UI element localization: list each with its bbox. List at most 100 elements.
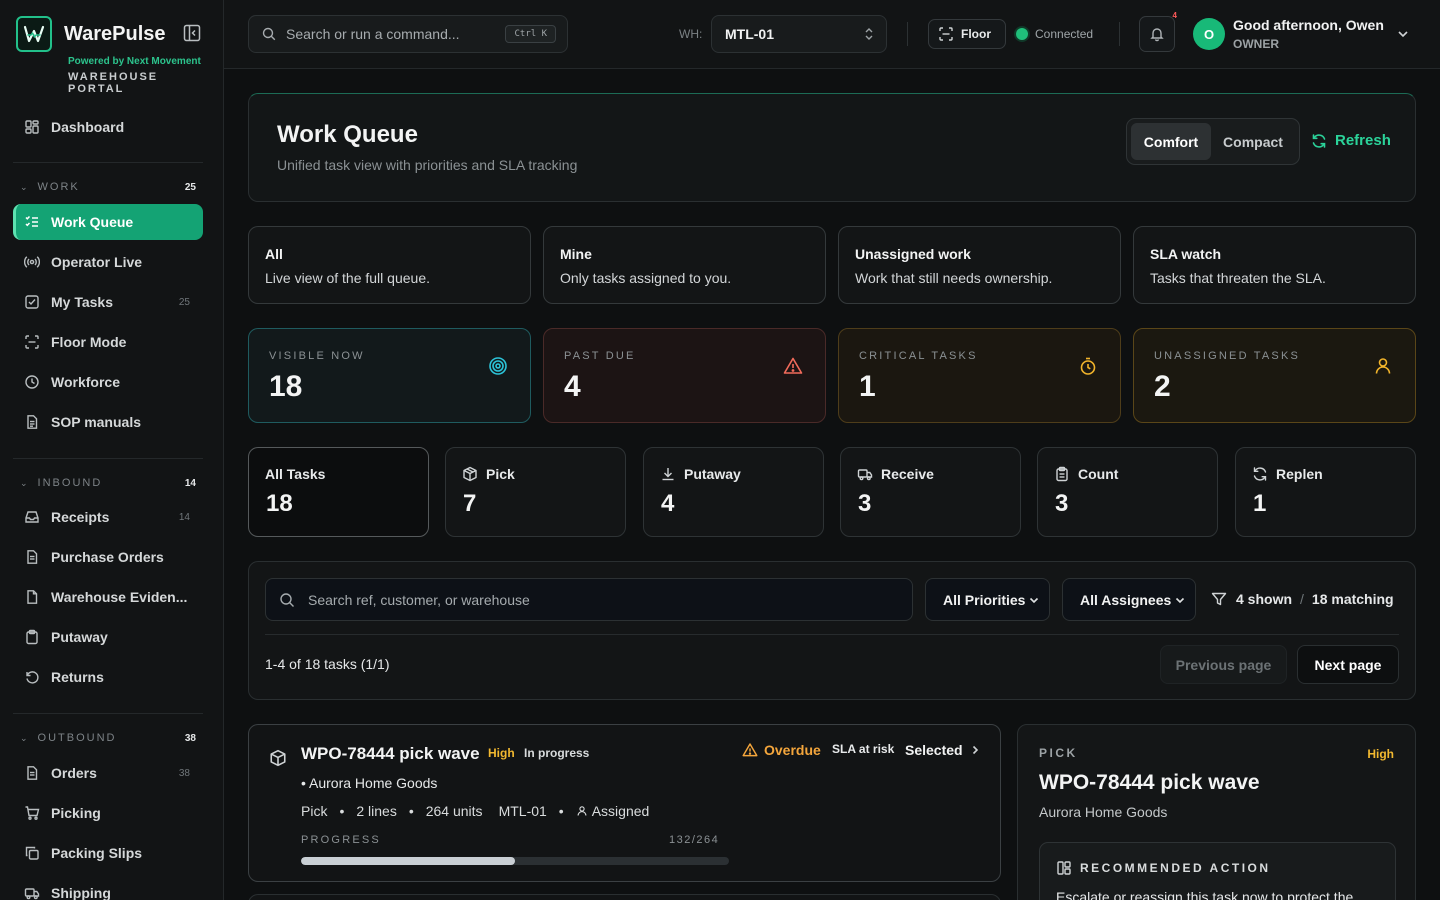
avatar[interactable]: O [1193, 18, 1225, 50]
chevron-down-icon: ⌄ [20, 181, 30, 192]
progress-label: PROGRESS [301, 834, 381, 846]
sidebar-item-picking[interactable]: Picking [13, 795, 203, 831]
alert-triangle-icon [783, 356, 803, 376]
task-card[interactable] [248, 894, 1001, 900]
sidebar-item-warehouse-evidence[interactable]: Warehouse Eviden... [13, 579, 203, 615]
refresh-icon [1252, 466, 1268, 482]
type-label: Receive [881, 466, 934, 482]
search-icon [279, 592, 295, 608]
package-icon [269, 749, 287, 767]
type-putaway[interactable]: Putaway 4 [643, 447, 824, 537]
chevron-right-icon [969, 744, 981, 756]
broadcast-icon [24, 254, 40, 270]
type-replen[interactable]: Replen 1 [1235, 447, 1416, 537]
density-toggle: Comfort Compact [1126, 118, 1300, 165]
density-compact[interactable]: Compact [1211, 123, 1295, 160]
refresh-button[interactable]: Refresh [1311, 132, 1391, 149]
type-count: 1 [1253, 490, 1267, 517]
sidebar-item-workforce[interactable]: Workforce [13, 364, 203, 400]
sidebar-item-label: Picking [51, 805, 101, 821]
view-sla-watch[interactable]: SLA watch Tasks that threaten the SLA. [1133, 226, 1416, 304]
stat-unassigned-tasks[interactable]: UNASSIGNED TASKS 2 [1133, 328, 1416, 423]
sidebar-item-orders[interactable]: Orders 38 [13, 755, 203, 791]
task-meta: Pick • 2 lines • 264 units MTL-01 • Assi… [301, 803, 649, 819]
separator: • [339, 803, 345, 819]
selected-indicator[interactable]: Selected [905, 742, 981, 758]
type-count: 3 [858, 490, 872, 517]
stat-value: 4 [564, 370, 581, 403]
notifications-button[interactable]: 4 [1139, 11, 1177, 52]
page-title: Work Queue [277, 121, 418, 148]
sidebar-item-sop-manuals[interactable]: SOP manuals [13, 404, 203, 440]
stat-visible-now[interactable]: VISIBLE NOW 18 [248, 328, 531, 423]
floor-mode-button[interactable]: Floor [928, 19, 1006, 49]
stat-critical-tasks[interactable]: CRITICAL TASKS 1 [838, 328, 1121, 423]
sidebar-item-count: 38 [178, 767, 190, 779]
sidebar-item-my-tasks[interactable]: My Tasks 25 [13, 284, 203, 320]
type-receive[interactable]: Receive 3 [840, 447, 1021, 537]
view-unassigned[interactable]: Unassigned work Work that still needs ow… [838, 226, 1121, 304]
sidebar-item-label: Work Queue [51, 214, 134, 230]
section-inbound-header[interactable]: ⌄ INBOUND 14 [20, 476, 196, 490]
task-customer: • Aurora Home Goods [301, 775, 438, 791]
result-summary: 4 shown / 18 matching [1211, 591, 1394, 607]
sidebar-item-shipping[interactable]: Shipping [13, 875, 203, 900]
warehouse-select[interactable]: MTL-01 [711, 15, 887, 53]
sidebar-item-receipts[interactable]: Receipts 14 [13, 499, 203, 535]
sidebar-item-dashboard[interactable]: Dashboard [13, 109, 203, 145]
user-greeting[interactable]: Good afternoon, Owen [1233, 17, 1384, 33]
assignee-select[interactable]: All Assignees [1062, 578, 1196, 621]
progress-bar [301, 857, 729, 865]
clock-icon [24, 374, 40, 390]
warepulse-logo[interactable] [16, 16, 52, 52]
sidebar-item-label: Receipts [51, 509, 110, 525]
sidebar-divider [13, 713, 203, 714]
sidebar-item-label: Orders [51, 765, 97, 781]
type-count[interactable]: Count 3 [1037, 447, 1218, 537]
sidebar-item-putaway[interactable]: Putaway [13, 619, 203, 655]
type-all-tasks[interactable]: All Tasks 18 [248, 447, 429, 537]
detail-title: WPO-78444 pick wave [1039, 771, 1260, 794]
sidebar-collapse-icon[interactable] [182, 23, 202, 43]
page-subtitle: Unified task view with priorities and SL… [277, 157, 578, 173]
next-page-button[interactable]: Next page [1297, 645, 1399, 684]
type-pick[interactable]: Pick 7 [445, 447, 626, 537]
section-work-header[interactable]: ⌄ WORK 25 [20, 180, 196, 194]
density-comfort[interactable]: Comfort [1131, 123, 1211, 160]
command-search[interactable]: Search or run a command... Ctrl K [248, 15, 568, 53]
sidebar-item-label: Dashboard [51, 119, 125, 135]
chevron-down-icon [1028, 593, 1040, 605]
task-units: 264 units [425, 803, 483, 819]
sidebar-item-label: Floor Mode [51, 334, 127, 350]
view-all[interactable]: All Live view of the full queue. [248, 226, 531, 304]
stat-value: 1 [859, 370, 876, 403]
brand: WarePulse Powered by Next Movement WAREH… [16, 16, 216, 95]
view-description: Only tasks assigned to you. [560, 270, 732, 286]
sidebar-item-operator-live[interactable]: Operator Live [13, 244, 203, 280]
sidebar-item-returns[interactable]: Returns [13, 659, 203, 695]
section-title: WORK [37, 181, 80, 193]
recommended-action: RECOMMENDED ACTION Escalate or reassign … [1039, 842, 1396, 900]
task-card[interactable]: WPO-78444 pick wave High In progress Ove… [248, 724, 1001, 882]
sidebar-item-packing-slips[interactable]: Packing Slips [13, 835, 203, 871]
stat-past-due[interactable]: PAST DUE 4 [543, 328, 826, 423]
sidebar-item-purchase-orders[interactable]: Purchase Orders [13, 539, 203, 575]
sidebar-item-count: 25 [178, 296, 190, 308]
sidebar-item-label: Returns [51, 669, 104, 685]
chevron-down-icon[interactable] [1396, 27, 1410, 41]
chevron-down-icon: ⌄ [20, 477, 30, 488]
priority-select[interactable]: All Priorities [925, 578, 1050, 621]
section-title: OUTBOUND [37, 732, 117, 744]
stat-value: 18 [269, 370, 303, 403]
sidebar-item-floor-mode[interactable]: Floor Mode [13, 324, 203, 360]
section-outbound-header[interactable]: ⌄ OUTBOUND 38 [20, 731, 196, 745]
refresh-icon [1311, 133, 1327, 149]
view-mine[interactable]: Mine Only tasks assigned to you. [543, 226, 826, 304]
warehouse-value: MTL-01 [725, 26, 774, 42]
recommended-action-text: Escalate or reassign this task now to pr… [1056, 889, 1354, 900]
sidebar-item-work-queue[interactable]: Work Queue [13, 204, 203, 240]
filter-bar: Search ref, customer, or warehouse All P… [248, 561, 1416, 700]
task-search-input[interactable]: Search ref, customer, or warehouse [265, 578, 913, 621]
previous-page-button[interactable]: Previous page [1160, 645, 1287, 684]
overdue-label: Overdue [764, 742, 821, 758]
